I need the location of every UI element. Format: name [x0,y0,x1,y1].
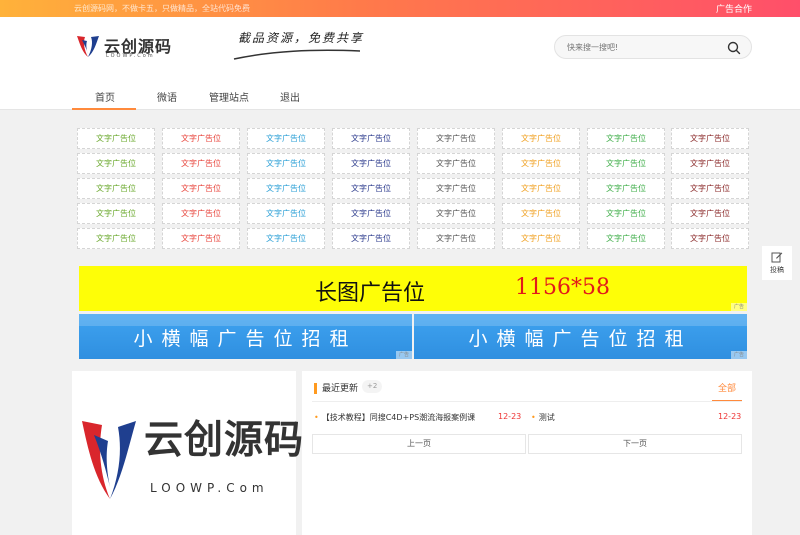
post-link[interactable]: • 【技术教程】同搜C4D+PS潮流海报案例课 [314,412,475,423]
ad-tag: 广告 [731,351,747,359]
small-banner-ad-right[interactable]: 小横幅广告位招租 广告 [414,314,747,359]
nav-item-admin[interactable]: 管理站点 [209,89,249,104]
edit-icon [771,252,783,263]
big-logo-mark-icon [82,421,136,499]
next-page-button[interactable]: 下一页 [528,434,742,454]
nav-item-logout[interactable]: 退出 [280,89,300,104]
recent-title: 最近更新 [322,384,359,394]
small-banner-ad-left[interactable]: 小横幅广告位招租 广告 [79,314,412,359]
text-ad-cell[interactable]: 文字广告位 [332,153,410,174]
text-ad-cell[interactable]: 文字广告位 [671,178,749,199]
text-ad-cell[interactable]: 文字广告位 [587,153,665,174]
logo-subtitle: LOOWP.Com [106,53,155,59]
big-logo-subtitle: LOOWP.Com [150,481,269,495]
text-ad-cell[interactable]: 文字广告位 [671,203,749,224]
text-ad-cell[interactable]: 文字广告位 [247,128,325,149]
text-ad-cell[interactable]: 文字广告位 [77,228,155,249]
big-logo-card: 云创源码 LOOWP.Com [72,371,303,535]
search-icon[interactable] [727,41,741,55]
slogan-swoosh-decoration [233,49,361,60]
nav-item-weiyu[interactable]: 微语 [157,89,177,104]
ad-tag: 广告 [731,303,747,311]
text-ad-cell[interactable]: 文字广告位 [671,153,749,174]
small-banner-text: 小横幅广告位招租 [468,328,693,350]
text-ad-cell[interactable]: 文字广告位 [417,203,495,224]
site-slogan: 截品资源，免费共享 [238,31,365,45]
text-ad-cell[interactable]: 文字广告位 [332,228,410,249]
post-date: 12-23 [498,412,522,421]
bullet-icon: • [314,413,319,422]
nav-active-indicator [72,108,136,110]
post-date: 12-23 [718,412,742,421]
bullet-icon: • [531,413,536,422]
big-logo-name: 云创源码 [144,417,305,463]
text-ad-cell[interactable]: 文字广告位 [417,178,495,199]
text-ad-cell[interactable]: 文字广告位 [162,178,240,199]
text-ad-cell[interactable]: 文字广告位 [247,178,325,199]
contribute-button[interactable]: 投稿 [762,246,792,280]
top-notice-text: 云创源码网，不做卡五，只做精品，全站代码免费 [74,4,250,13]
post-link[interactable]: • 测试 [531,412,555,423]
post-title: 测试 [538,413,555,422]
text-ad-cell[interactable]: 文字广告位 [162,203,240,224]
long-banner-text: 长图广告位 [315,281,426,306]
text-ad-cell[interactable]: 文字广告位 [671,228,749,249]
site-header: 云创源码 LOOWP.Com 截品资源，免费共享 首页 微语 管理站点 退出 [0,17,800,110]
text-ad-cell[interactable]: 文字广告位 [332,178,410,199]
text-ad-cell[interactable]: 文字广告位 [587,128,665,149]
view-all-link[interactable]: 全部 [718,381,736,394]
long-banner-ad[interactable]: 长图广告位 1156*58 广告 [79,266,747,311]
text-ad-cell[interactable]: 文字广告位 [502,203,580,224]
recent-count-badge: +2 [362,380,383,393]
ad-tag: 广告 [396,351,412,359]
text-ad-cell[interactable]: 文字广告位 [502,128,580,149]
search-box [554,35,752,59]
text-ad-cell[interactable]: 文字广告位 [417,153,495,174]
text-ad-cell[interactable]: 文字广告位 [77,153,155,174]
logo-mark-icon [77,36,99,57]
text-ad-cell[interactable]: 文字广告位 [332,128,410,149]
ad-cooperation-link[interactable]: 广告合作 [716,2,752,15]
contribute-label: 投稿 [770,266,784,274]
text-ad-cell[interactable]: 文字广告位 [587,178,665,199]
prev-page-button[interactable]: 上一页 [312,434,526,454]
recent-updates-panel: 最近更新 +2 全部 • 【技术教程】同搜C4D+PS潮流海报案例课 12-23 … [302,371,752,535]
small-banner-text: 小横幅广告位招租 [133,328,358,350]
post-title: 【技术教程】同搜C4D+PS潮流海报案例课 [321,413,476,422]
text-ad-cell[interactable]: 文字广告位 [162,153,240,174]
text-ad-cell[interactable]: 文字广告位 [247,153,325,174]
text-ad-grid: 文字广告位 文字广告位 文字广告位 文字广告位 文字广告位 文字广告位 文字广告位 文字广告位… [72,124,752,255]
text-ad-cell[interactable]: 文字广告位 [502,178,580,199]
text-ad-cell[interactable]: 文字广告位 [671,128,749,149]
text-ad-cell[interactable]: 文字广告位 [77,178,155,199]
long-banner-size: 1156*58 [515,275,610,300]
site-logo[interactable]: 云创源码 LOOWP.Com [74,32,174,64]
text-ad-cell[interactable]: 文字广告位 [247,228,325,249]
text-ad-cell[interactable]: 文字广告位 [162,128,240,149]
text-ad-cell[interactable]: 文字广告位 [247,203,325,224]
text-ad-cell[interactable]: 文字广告位 [417,128,495,149]
section-accent-bar [314,383,317,394]
text-ad-cell[interactable]: 文字广告位 [587,203,665,224]
top-notice-bar: 云创源码网，不做卡五，只做精品，全站代码免费 广告合作 [0,0,800,17]
text-ad-cell[interactable]: 文字广告位 [332,203,410,224]
text-ad-cell[interactable]: 文字广告位 [502,153,580,174]
text-ad-cell[interactable]: 文字广告位 [502,228,580,249]
text-ad-cell[interactable]: 文字广告位 [587,228,665,249]
nav-item-home[interactable]: 首页 [95,89,115,104]
divider [312,401,742,402]
text-ad-cell[interactable]: 文字广告位 [162,228,240,249]
text-ad-cell[interactable]: 文字广告位 [77,128,155,149]
text-ad-cell[interactable]: 文字广告位 [77,203,155,224]
search-input[interactable] [567,40,717,55]
text-ad-cell[interactable]: 文字广告位 [417,228,495,249]
